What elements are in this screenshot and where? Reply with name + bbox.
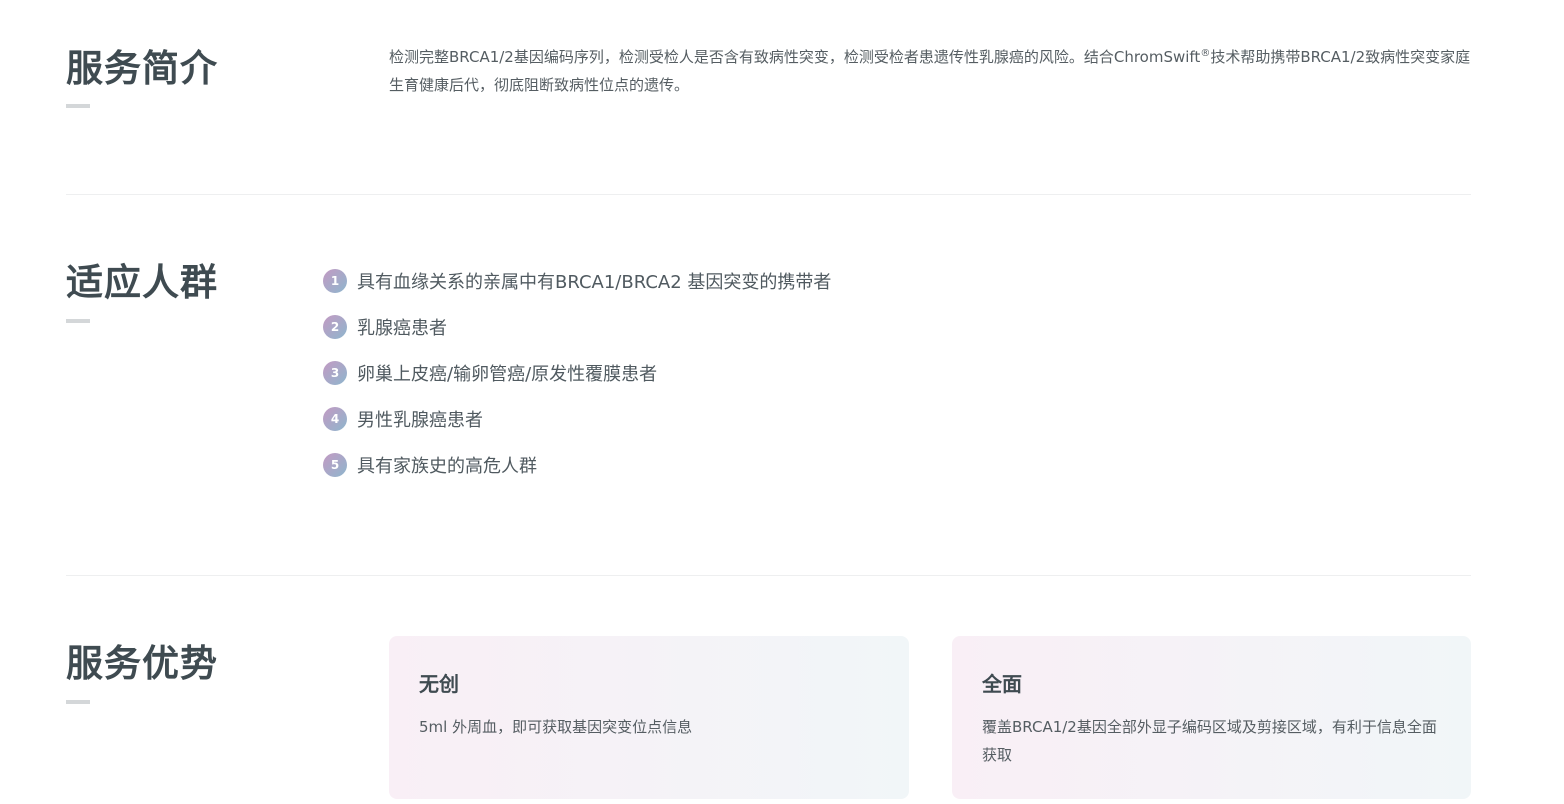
- registered-mark: ®: [1200, 48, 1211, 59]
- advantages-title: 服务优势: [66, 642, 218, 685]
- list-item: 3 卵巢上皮癌/输卵管癌/原发性覆膜患者: [323, 350, 831, 396]
- intro-description: 检测完整BRCA1/2基因编码序列，检测受检人是否含有致病性突变，检测受检者患遗…: [389, 40, 1471, 99]
- advantage-card-comprehensive: 全面 覆盖BRCA1/2基因全部外显子编码区域及剪接区域，有利于信息全面获取: [952, 636, 1471, 799]
- page: 服务简介 检测完整BRCA1/2基因编码序列，检测受检人是否含有致病性突变，检测…: [0, 0, 1564, 804]
- intro-text-part1: 检测完整BRCA1/2基因编码序列，检测受检人是否含有致病性突变，检测受检者患遗…: [389, 48, 1201, 66]
- advantage-card-description: 5ml 外周血，即可获取基因突变位点信息: [419, 718, 693, 736]
- intro-section: 服务简介 检测完整BRCA1/2基因编码序列，检测受检人是否含有致病性突变，检测…: [66, 0, 1471, 194]
- list-item: 1 具有血缘关系的亲属中有BRCA1/BRCA2 基因突变的携带者: [323, 258, 831, 304]
- list-item: 2 乳腺癌患者: [323, 304, 831, 350]
- audience-label: 卵巢上皮癌/输卵管癌/原发性覆膜患者: [357, 364, 658, 385]
- advantage-card-noninvasive: 无创 5ml 外周血，即可获取基因突变位点信息: [389, 636, 909, 799]
- advantages-title-underline: [66, 700, 90, 704]
- intro-title: 服务简介: [66, 47, 218, 90]
- audience-label: 具有血缘关系的亲属中有BRCA1/BRCA2 基因突变的携带者: [357, 272, 832, 293]
- audience-title: 适应人群: [66, 261, 218, 304]
- number-badge: 2: [323, 315, 347, 339]
- list-item: 4 男性乳腺癌患者: [323, 396, 831, 442]
- advantage-card-title: 全面: [982, 672, 1022, 696]
- audience-title-underline: [66, 319, 90, 323]
- advantage-card-title: 无创: [419, 672, 459, 696]
- number-badge: 3: [323, 361, 347, 385]
- number-badge: 5: [323, 453, 347, 477]
- audience-label: 乳腺癌患者: [357, 318, 447, 339]
- audience-list: 1 具有血缘关系的亲属中有BRCA1/BRCA2 基因突变的携带者 2 乳腺癌患…: [323, 258, 831, 488]
- number-badge: 4: [323, 407, 347, 431]
- advantage-card-description: 覆盖BRCA1/2基因全部外显子编码区域及剪接区域，有利于信息全面获取: [982, 718, 1437, 764]
- intro-title-underline: [66, 104, 90, 108]
- audience-label: 男性乳腺癌患者: [357, 410, 483, 431]
- audience-label: 具有家族史的高危人群: [357, 456, 537, 477]
- list-item: 5 具有家族史的高危人群: [323, 442, 831, 488]
- number-badge: 1: [323, 269, 347, 293]
